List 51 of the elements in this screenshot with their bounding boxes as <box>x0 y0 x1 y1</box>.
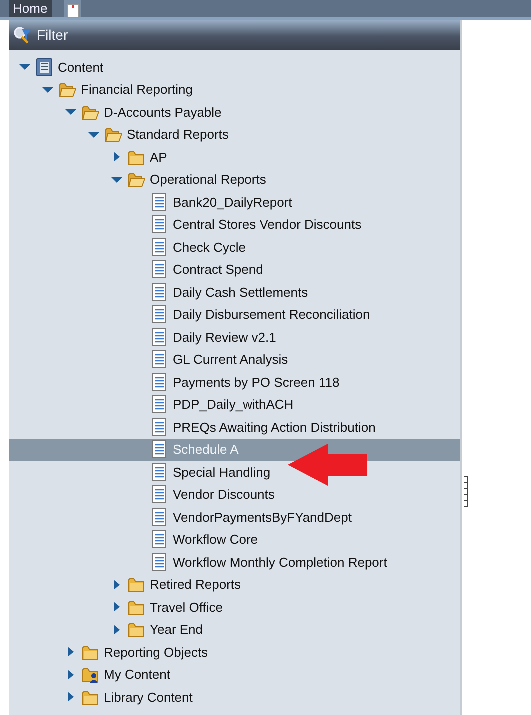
panel-title: Filter <box>37 26 68 44</box>
report-icon <box>151 305 168 324</box>
tree-item[interactable]: PDP_Daily_withACH <box>9 394 460 416</box>
report-icon <box>151 215 168 234</box>
tree-item[interactable]: Payments by PO Screen 118 <box>9 371 460 394</box>
report-icon <box>151 350 168 370</box>
tree-item[interactable]: Daily Cash Settlements <box>9 281 460 304</box>
report-icon <box>151 418 168 437</box>
tree-item[interactable]: Financial Reporting <box>9 78 460 101</box>
report-icon <box>151 260 168 280</box>
tree-item[interactable]: Travel Office <box>9 596 460 618</box>
report-icon <box>151 462 168 482</box>
report-icon <box>151 485 168 504</box>
tree-item[interactable]: Daily Disbursement Reconciliation <box>9 304 460 326</box>
report-icon <box>151 530 168 550</box>
report-icon <box>151 440 168 460</box>
tree-item[interactable]: Vendor Discounts <box>9 484 460 506</box>
document-tab[interactable] <box>64 0 81 17</box>
report-icon <box>151 192 168 212</box>
resize-grip[interactable] <box>464 476 469 510</box>
tree-item[interactable]: Workflow Core <box>9 528 460 551</box>
tree-item[interactable]: My Content <box>9 664 460 686</box>
tree-item[interactable]: Workflow Monthly Completion Report <box>9 551 460 574</box>
tree-item[interactable]: Year End <box>9 618 460 641</box>
tree-item[interactable]: Check Cycle <box>9 236 460 258</box>
tree-item[interactable]: Special Handling <box>9 461 460 484</box>
tree-item[interactable]: Reporting Objects <box>9 641 460 664</box>
filter-icon[interactable] <box>13 25 33 45</box>
tree-item[interactable]: Retired Reports <box>9 574 460 596</box>
home-tab[interactable]: Home <box>9 0 52 17</box>
report-icon <box>151 282 168 302</box>
report-icon <box>151 328 168 347</box>
report-icon <box>151 508 168 527</box>
report-icon <box>151 238 168 257</box>
tree-item[interactable]: Central Stores Vendor Discounts <box>9 214 460 236</box>
report-icon <box>151 372 168 392</box>
tree-item[interactable]: PREQs Awaiting Action Distribution <box>9 416 460 438</box>
tree-item[interactable]: Bank20_DailyReport <box>9 191 460 214</box>
catalog-icon <box>36 58 53 77</box>
report-icon <box>151 395 168 414</box>
tree-item[interactable]: Library Content <box>9 686 460 708</box>
tree-item[interactable]: Content <box>9 56 460 78</box>
tree-item[interactable]: AP <box>9 146 460 168</box>
tree-item[interactable]: Operational Reports <box>9 168 460 191</box>
tree-item[interactable]: GL Current Analysis <box>9 348 460 371</box>
tree-item[interactable]: Daily Review v2.1 <box>9 326 460 348</box>
tree-item[interactable]: D-Accounts Payable <box>9 101 460 124</box>
tree-item[interactable]: Standard Reports <box>9 124 460 146</box>
tree-item[interactable]: VendorPaymentsByFYandDept <box>9 506 460 528</box>
report-icon <box>151 552 168 572</box>
tree-item[interactable]: Contract Spend <box>9 258 460 281</box>
